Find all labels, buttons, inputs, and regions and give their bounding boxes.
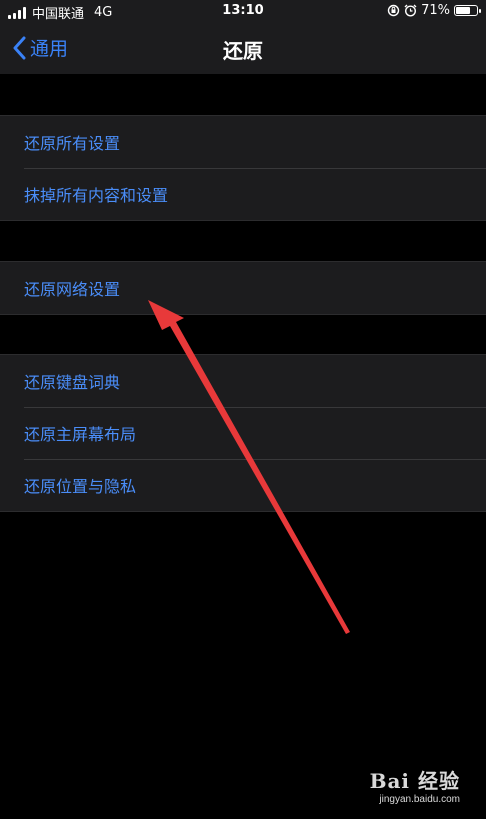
page-title: 还原 bbox=[223, 39, 263, 63]
row-reset-home-screen-layout[interactable]: 还原主屏幕布局 bbox=[0, 407, 486, 459]
navigation-bar: 通用 还原 bbox=[0, 22, 486, 74]
watermark-logo: Bai 经验 bbox=[369, 769, 460, 793]
row-reset-location-and-privacy[interactable]: 还原位置与隐私 bbox=[0, 459, 486, 511]
battery-fill bbox=[456, 7, 471, 14]
settings-group-reset-all: 还原所有设置 抹掉所有内容和设置 bbox=[0, 115, 486, 221]
row-label: 还原主屏幕布局 bbox=[24, 425, 137, 444]
settings-group-other-resets: 还原键盘词典 还原主屏幕布局 还原位置与隐私 bbox=[0, 354, 486, 512]
battery-percent: 71% bbox=[421, 3, 450, 18]
row-reset-keyboard-dictionary[interactable]: 还原键盘词典 bbox=[0, 355, 486, 407]
row-reset-all-settings[interactable]: 还原所有设置 bbox=[0, 116, 486, 168]
battery-cap bbox=[479, 9, 481, 13]
settings-group-network: 还原网络设置 bbox=[0, 261, 486, 315]
row-label: 还原位置与隐私 bbox=[24, 477, 137, 496]
baidu-jingyan-watermark: Bai 经验 jingyan.baidu.com bbox=[370, 765, 460, 805]
row-reset-network-settings[interactable]: 还原网络设置 bbox=[0, 262, 486, 314]
row-label: 还原网络设置 bbox=[24, 280, 121, 299]
watermark-url: jingyan.baidu.com bbox=[379, 794, 460, 805]
rotation-lock-icon bbox=[387, 4, 400, 17]
row-erase-all-content-and-settings[interactable]: 抹掉所有内容和设置 bbox=[0, 168, 486, 220]
row-label: 抹掉所有内容和设置 bbox=[24, 186, 169, 205]
battery-icon bbox=[454, 5, 481, 16]
row-label: 还原所有设置 bbox=[24, 134, 121, 153]
status-bar: 中国联通 4G 13:10 71% bbox=[0, 0, 486, 22]
alarm-icon bbox=[404, 4, 417, 17]
row-label: 还原键盘词典 bbox=[24, 373, 121, 392]
status-bar-right: 71% bbox=[387, 3, 481, 18]
